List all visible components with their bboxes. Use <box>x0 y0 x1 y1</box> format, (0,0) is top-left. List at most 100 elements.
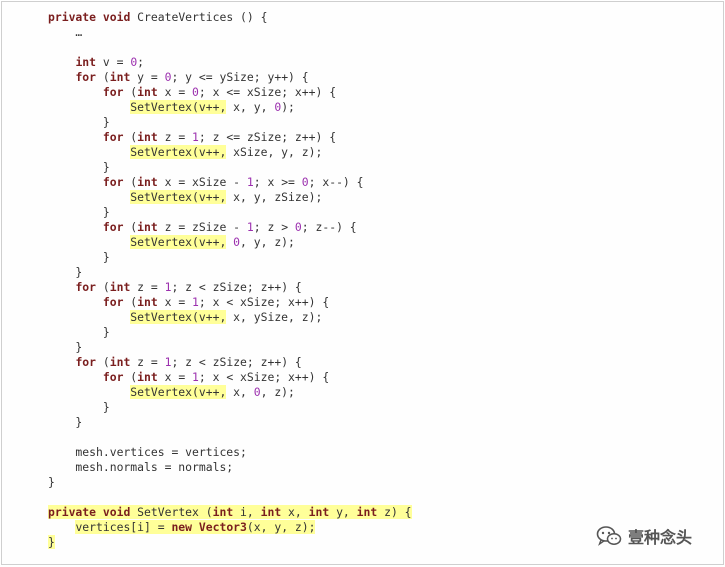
code-keyword: int <box>137 175 158 189</box>
code-keyword: int <box>260 505 282 519</box>
code-token: v = <box>96 55 131 69</box>
code-line: ​ <box>48 40 412 55</box>
code-keyword: for <box>102 85 124 99</box>
code-keyword: new <box>171 520 193 534</box>
code-keyword: void <box>102 505 131 519</box>
code-number: 0 <box>192 85 199 99</box>
code-line: for (int x = 1; x < xSize; x++) { <box>48 295 412 310</box>
code-token: x, <box>226 385 254 399</box>
code-number: 1 <box>246 220 254 234</box>
code-token: ( <box>123 130 138 144</box>
code-token: ( <box>96 355 110 369</box>
code-token: } <box>48 535 55 549</box>
code-keyword: int <box>137 85 158 99</box>
code-keyword: for <box>102 370 124 384</box>
code-token: z = <box>130 355 165 369</box>
code-line: } <box>48 205 412 220</box>
code-keyword: for <box>102 175 124 189</box>
code-token: } <box>48 475 55 489</box>
code-token: x, ySize, z); <box>226 310 323 324</box>
code-token: z = <box>157 130 193 144</box>
code-token: SetVertex(v++, <box>130 100 227 114</box>
code-token: } <box>48 325 110 339</box>
code-line: for (int z = 1; z < zSize; z++) { <box>48 355 412 370</box>
code-token: ); <box>281 100 295 114</box>
code-keyword: private <box>48 505 97 519</box>
watermark: 壹种念头 <box>596 524 692 548</box>
code-token: ; z--) { <box>301 220 357 234</box>
code-token: z) { <box>377 505 412 519</box>
code-token: , z); <box>260 385 295 399</box>
code-token: ; x <= xSize; x++) { <box>198 85 337 99</box>
code-token: ( <box>123 220 138 234</box>
code-line: for (int x = 1; x < xSize; x++) { <box>48 370 412 385</box>
code-keyword: void <box>102 10 131 24</box>
code-keyword: int <box>212 505 234 519</box>
code-line: } <box>48 250 412 265</box>
code-block: private void CreateVertices () { …​ int … <box>48 10 412 550</box>
code-token: z = zSize - <box>157 220 247 234</box>
code-line: for (int z = 1; z < zSize; z++) { <box>48 280 412 295</box>
code-token: ; x >= <box>253 175 302 189</box>
code-keyword: int <box>137 370 158 384</box>
code-token: ; <box>137 55 145 69</box>
code-token: ; z < zSize; z++) { <box>171 355 302 369</box>
code-line: … <box>48 25 412 40</box>
code-line: vertices[i] = new Vector3(x, y, z); <box>48 520 412 535</box>
code-number: 1 <box>192 370 199 384</box>
code-token: x = <box>157 295 193 309</box>
code-token: ( <box>96 280 110 294</box>
code-keyword: for <box>75 355 97 369</box>
code-line: for (int z = 1; z <= zSize; z++) { <box>48 130 412 145</box>
code-token: xSize, y, z); <box>226 145 323 159</box>
code-keyword: int <box>308 505 330 519</box>
code-token: y = <box>130 70 165 84</box>
code-line: } <box>48 475 412 490</box>
code-token: CreateVertices () { <box>130 10 268 24</box>
code-line: for (int x = 0; x <= xSize; x++) { <box>48 85 412 100</box>
code-keyword: for <box>102 130 124 144</box>
code-token <box>96 505 103 519</box>
code-token: ; z > <box>253 220 295 234</box>
code-token: x, y, zSize); <box>226 190 323 204</box>
code-line: } <box>48 535 412 550</box>
code-token: SetVertex(v++, <box>130 145 227 159</box>
code-token: } <box>48 265 83 279</box>
code-token: ( <box>96 70 110 84</box>
code-number: 0 <box>253 385 261 399</box>
code-number: 0 <box>233 235 241 249</box>
code-snippet-frame: private void CreateVertices () { …​ int … <box>1 1 724 565</box>
code-keyword: int <box>137 220 158 234</box>
code-token: ( <box>123 85 138 99</box>
code-line: SetVertex(v++, x, y, 0); <box>48 100 412 115</box>
code-keyword: for <box>102 295 124 309</box>
wechat-icon <box>596 526 622 546</box>
code-keyword: int <box>356 505 378 519</box>
code-number: 1 <box>192 130 199 144</box>
code-line: SetVertex(v++, 0, y, z); <box>48 235 412 250</box>
code-line: SetVertex(v++, x, ySize, z); <box>48 310 412 325</box>
code-token: SetVertex(v++, <box>130 310 227 324</box>
code-keyword: int <box>109 70 131 84</box>
code-line: } <box>48 160 412 175</box>
code-token: i, <box>233 505 261 519</box>
code-token: } <box>48 205 110 219</box>
code-line: ​ <box>48 430 412 445</box>
code-keyword: int <box>137 295 158 309</box>
code-token: , y, z); <box>240 235 295 249</box>
code-token: ( <box>123 370 138 384</box>
